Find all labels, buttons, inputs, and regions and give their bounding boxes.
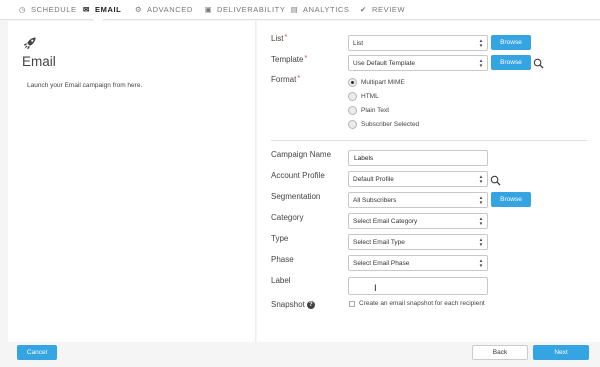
radio-selected[interactable]: [348, 77, 357, 87]
envelope-icon: ✉: [83, 5, 90, 14]
step-tabs: ◷ SCHEDULE ✉ EMAIL ⚙ ADVANCED ▣ DELIVERA…: [0, 0, 600, 20]
tab-label: REVIEW: [372, 5, 406, 14]
tab-deliverability[interactable]: ▣ DELIVERABILITY: [204, 0, 285, 19]
format-option-plain-text[interactable]: Plain Text: [348, 105, 389, 115]
select-arrows-icon: ▲ ▼: [478, 38, 484, 48]
template-browse-button[interactable]: Browse: [491, 55, 531, 70]
select-arrows-icon: ▲ ▼: [478, 174, 484, 184]
required-marker: *: [284, 34, 288, 41]
inbox-icon: ▣: [204, 5, 213, 14]
phase-select[interactable]: Select Email Phase ▲ ▼: [348, 255, 488, 271]
tab-label: EMAIL: [95, 5, 122, 14]
select-arrows-icon: ▲ ▼: [478, 258, 484, 268]
category-label: Category: [271, 213, 304, 222]
section-divider: [271, 140, 587, 141]
tab-label: DELIVERABILITY: [217, 5, 286, 14]
page-description: Launch your Email campaign from here.: [27, 82, 143, 89]
segmentation-label: Segmentation: [271, 192, 321, 201]
required-marker: *: [297, 75, 301, 82]
format-option-multipart[interactable]: Multipart MIME: [348, 77, 405, 87]
tab-review[interactable]: ✔ REVIEW: [359, 0, 405, 19]
help-icon[interactable]: ?: [306, 300, 315, 309]
clock-icon: ◷: [18, 5, 27, 14]
tab-label: ADVANCED: [147, 5, 193, 14]
tab-email[interactable]: ✉ EMAIL: [82, 0, 121, 19]
chart-icon: ▤: [290, 5, 299, 14]
select-arrows-icon: ▲ ▼: [478, 195, 484, 205]
type-label: Type: [271, 234, 289, 243]
campaign-name-label: Campaign Name: [271, 150, 332, 159]
select-arrows-icon: ▲ ▼: [478, 216, 484, 226]
format-option-subscriber-selected[interactable]: Subscriber Selected: [348, 119, 419, 129]
snapshot-checkbox-label: Create an email snapshot for each recipi…: [359, 300, 485, 307]
tab-label: SCHEDULE: [31, 5, 77, 14]
tab-label: ANALYTICS: [303, 5, 350, 14]
tab-advanced[interactable]: ⚙ ADVANCED: [134, 0, 193, 19]
template-select[interactable]: Use Default Template ▲ ▼: [348, 55, 488, 71]
radio[interactable]: [348, 105, 357, 115]
radio[interactable]: [348, 119, 357, 129]
back-button[interactable]: Back: [472, 345, 528, 360]
tab-analytics[interactable]: ▤ ANALYTICS: [290, 0, 350, 19]
template-label: Template*: [271, 55, 308, 64]
format-label: Format*: [271, 75, 301, 84]
list-select[interactable]: List ▲ ▼: [348, 35, 488, 51]
text-cursor-icon: I: [374, 284, 377, 294]
gears-icon: ⚙: [134, 5, 143, 14]
list-browse-button[interactable]: Browse: [491, 35, 531, 50]
account-profile-label: Account Profile: [271, 171, 325, 180]
campaign-name-input[interactable]: Labels: [348, 150, 488, 166]
phase-label: Phase: [271, 255, 294, 264]
tab-schedule[interactable]: ◷ SCHEDULE: [18, 0, 77, 19]
select-arrows-icon: ▲ ▼: [478, 237, 484, 247]
search-icon[interactable]: [533, 58, 544, 69]
category-select[interactable]: Select Email Category ▲ ▼: [348, 213, 488, 229]
segmentation-select[interactable]: All Subscribers ▲ ▼: [348, 192, 488, 208]
account-profile-select[interactable]: Default Profile ▲ ▼: [348, 171, 488, 187]
search-icon[interactable]: [490, 175, 501, 186]
label-input[interactable]: [348, 277, 488, 295]
select-arrows-icon: ▲ ▼: [478, 58, 484, 68]
type-select[interactable]: Select Email Type ▲ ▼: [348, 234, 488, 250]
cancel-button[interactable]: Cancel: [17, 345, 57, 360]
left-panel: Email Launch your Email campaign from he…: [8, 21, 256, 342]
list-label: List*: [271, 34, 288, 43]
check-icon: ✔: [360, 5, 367, 14]
next-button[interactable]: Next: [533, 345, 589, 360]
rocket-icon: [23, 37, 36, 50]
page-title: Email: [22, 54, 56, 69]
radio[interactable]: [348, 91, 357, 101]
snapshot-checkbox[interactable]: [349, 301, 355, 307]
snapshot-label: Snapshot?: [271, 300, 315, 309]
format-option-html[interactable]: HTML: [348, 91, 379, 101]
label-field-label: Label: [271, 276, 291, 285]
segmentation-browse-button[interactable]: Browse: [491, 192, 531, 207]
required-marker: *: [304, 55, 308, 62]
